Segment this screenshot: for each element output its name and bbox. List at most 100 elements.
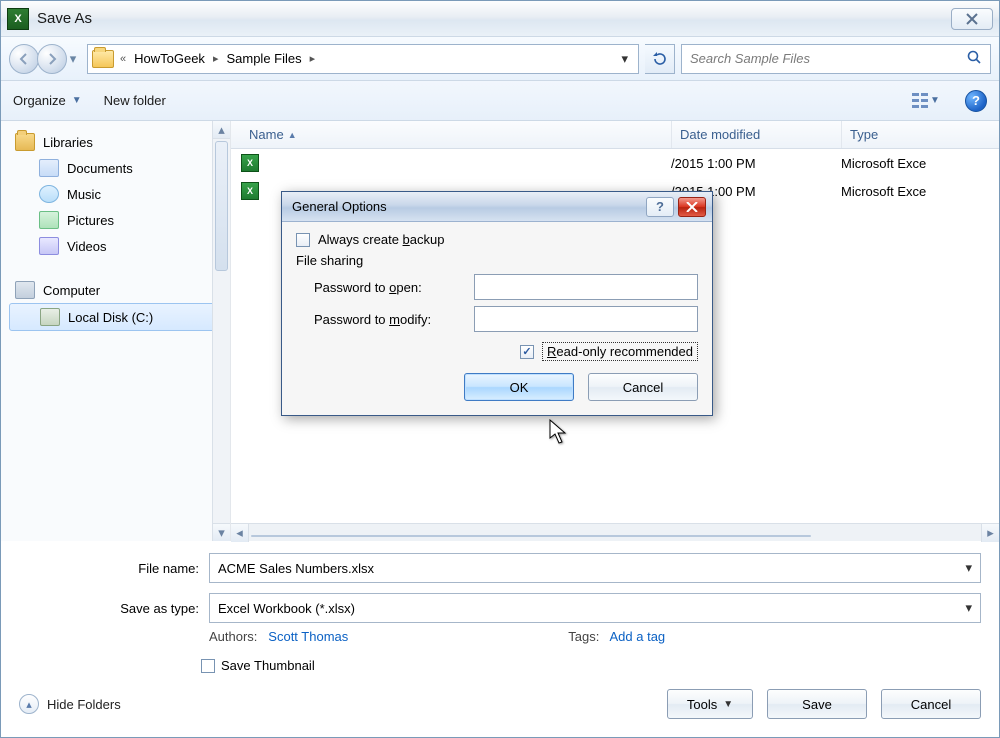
view-grid-icon	[912, 93, 928, 109]
dialog-titlebar: General Options ?	[282, 192, 712, 222]
dialog-body: Always create backup File sharing Passwo…	[282, 222, 712, 415]
new-folder-label: New folder	[104, 93, 166, 108]
save-thumbnail-row: Save Thumbnail	[1, 644, 999, 673]
close-icon	[965, 13, 979, 25]
window-title: Save As	[37, 10, 951, 27]
always-backup-checkbox[interactable]	[296, 233, 310, 247]
nav-item-local-disk[interactable]: Local Disk (C:)	[9, 303, 226, 331]
save-as-window: X Save As ▾ « HowToGeek ▸ Sample Files ▸	[0, 0, 1000, 738]
nav-group-computer[interactable]: Computer	[9, 277, 226, 303]
column-date-modified[interactable]: Date modified	[671, 121, 841, 148]
password-modify-label: Password to modify:	[314, 312, 464, 327]
chevron-up-icon: ▴	[19, 694, 39, 714]
documents-icon	[39, 159, 59, 177]
search-input[interactable]: Search Sample Files	[681, 44, 991, 74]
password-modify-input[interactable]	[474, 306, 698, 332]
nav-item-documents[interactable]: Documents	[9, 155, 226, 181]
xlsx-icon: X	[241, 154, 259, 172]
organize-label: Organize	[13, 93, 66, 108]
nav-scrollbar[interactable]: ▴ ▾	[212, 121, 230, 541]
organize-button[interactable]: Organize ▼	[13, 93, 82, 108]
breadcrumb: « HowToGeek ▸ Sample Files ▸	[120, 49, 609, 68]
ok-button[interactable]: OK	[464, 373, 574, 401]
search-icon	[966, 49, 982, 68]
forward-button[interactable]	[37, 44, 67, 74]
libraries-icon	[15, 133, 35, 151]
column-header: Name ▲ Date modified Type	[231, 121, 999, 149]
nav-item-videos[interactable]: Videos	[9, 233, 226, 259]
disk-icon	[40, 308, 60, 326]
caret-down-icon[interactable]: ▾	[965, 600, 972, 616]
refresh-button[interactable]	[645, 44, 675, 74]
chevron-right-icon: ▸	[213, 52, 219, 65]
back-button[interactable]	[9, 44, 39, 74]
view-options-button[interactable]: ▼	[909, 89, 943, 113]
column-name[interactable]: Name ▲	[241, 121, 671, 148]
arrow-right-icon	[46, 53, 58, 65]
tags-value[interactable]: Add a tag	[610, 629, 666, 644]
arrow-left-icon	[18, 53, 30, 65]
tags-label: Tags:	[568, 629, 599, 644]
file-name-input[interactable]: ACME Sales Numbers.xlsx ▾	[209, 553, 981, 583]
breadcrumb-item[interactable]: Sample Files	[222, 49, 305, 68]
read-only-label[interactable]: Read-only recommended	[542, 342, 698, 361]
cancel-button[interactable]: Cancel	[881, 689, 981, 719]
dialog-close-button[interactable]	[678, 197, 706, 217]
caret-down-icon[interactable]: ▾	[965, 560, 972, 576]
metadata-row: Authors: Scott Thomas Tags: Add a tag	[1, 623, 999, 644]
save-button[interactable]: Save	[767, 689, 867, 719]
titlebar: X Save As	[1, 1, 999, 37]
horizontal-scrollbar[interactable]: ◂ ▸	[231, 523, 999, 541]
dialog-title: General Options	[288, 199, 642, 214]
caret-down-icon: ▼	[930, 95, 940, 106]
footer: ▴ Hide Folders Tools ▼ Save Cancel	[1, 673, 999, 737]
save-thumbnail-label[interactable]: Save Thumbnail	[221, 658, 315, 673]
nav-item-music[interactable]: Music	[9, 181, 226, 207]
caret-down-icon: ▼	[72, 95, 82, 106]
tools-button[interactable]: Tools ▼	[667, 689, 753, 719]
password-open-label: Password to open:	[314, 280, 464, 295]
recent-locations-button[interactable]: ▾	[65, 44, 81, 74]
breadcrumb-item[interactable]: HowToGeek	[130, 49, 209, 68]
new-folder-button[interactable]: New folder	[104, 93, 166, 108]
scroll-left-button[interactable]: ◂	[231, 524, 249, 542]
scroll-thumb[interactable]	[251, 535, 811, 537]
scroll-right-button[interactable]: ▸	[981, 524, 999, 542]
pictures-icon	[39, 211, 59, 229]
dialog-help-button[interactable]: ?	[646, 197, 674, 217]
read-only-row: ✓ Read-only recommended	[296, 342, 698, 361]
password-open-row: Password to open:	[314, 274, 698, 300]
address-dropdown[interactable]: ▾	[615, 51, 634, 67]
authors-label: Authors:	[209, 629, 257, 644]
save-thumbnail-checkbox[interactable]	[201, 659, 215, 673]
dialog-cancel-button[interactable]: Cancel	[588, 373, 698, 401]
dialog-actions: OK Cancel	[296, 373, 698, 401]
always-backup-label[interactable]: Always create backup	[318, 232, 444, 247]
password-open-input[interactable]	[474, 274, 698, 300]
caret-down-icon: ▼	[723, 699, 733, 710]
column-type[interactable]: Type	[841, 121, 999, 148]
save-as-type-label: Save as type:	[19, 601, 199, 616]
nav-item-pictures[interactable]: Pictures	[9, 207, 226, 233]
authors-value[interactable]: Scott Thomas	[268, 629, 348, 644]
music-icon	[39, 185, 59, 203]
hide-folders-button[interactable]: ▴ Hide Folders	[19, 694, 121, 714]
close-icon	[686, 202, 698, 212]
always-backup-row: Always create backup	[296, 232, 698, 247]
scroll-thumb[interactable]	[215, 141, 228, 271]
file-name-label: File name:	[19, 561, 199, 576]
address-bar[interactable]: « HowToGeek ▸ Sample Files ▸ ▾	[87, 44, 639, 74]
nav-buttons: ▾	[9, 44, 81, 74]
nav-group-libraries[interactable]: Libraries	[9, 129, 226, 155]
help-button[interactable]: ?	[965, 90, 987, 112]
save-as-type-select[interactable]: Excel Workbook (*.xlsx) ▾	[209, 593, 981, 623]
table-row[interactable]: X /2015 1:00 PM Microsoft Exce	[231, 149, 999, 177]
search-placeholder: Search Sample Files	[690, 51, 810, 66]
chevron-left-icon: «	[120, 53, 126, 65]
scroll-up-button[interactable]: ▴	[213, 121, 230, 139]
read-only-checkbox[interactable]: ✓	[520, 345, 534, 359]
scroll-down-button[interactable]: ▾	[213, 523, 230, 541]
password-modify-row: Password to modify:	[314, 306, 698, 332]
save-form: File name: ACME Sales Numbers.xlsx ▾ Sav…	[1, 541, 999, 623]
window-close-button[interactable]	[951, 8, 993, 30]
